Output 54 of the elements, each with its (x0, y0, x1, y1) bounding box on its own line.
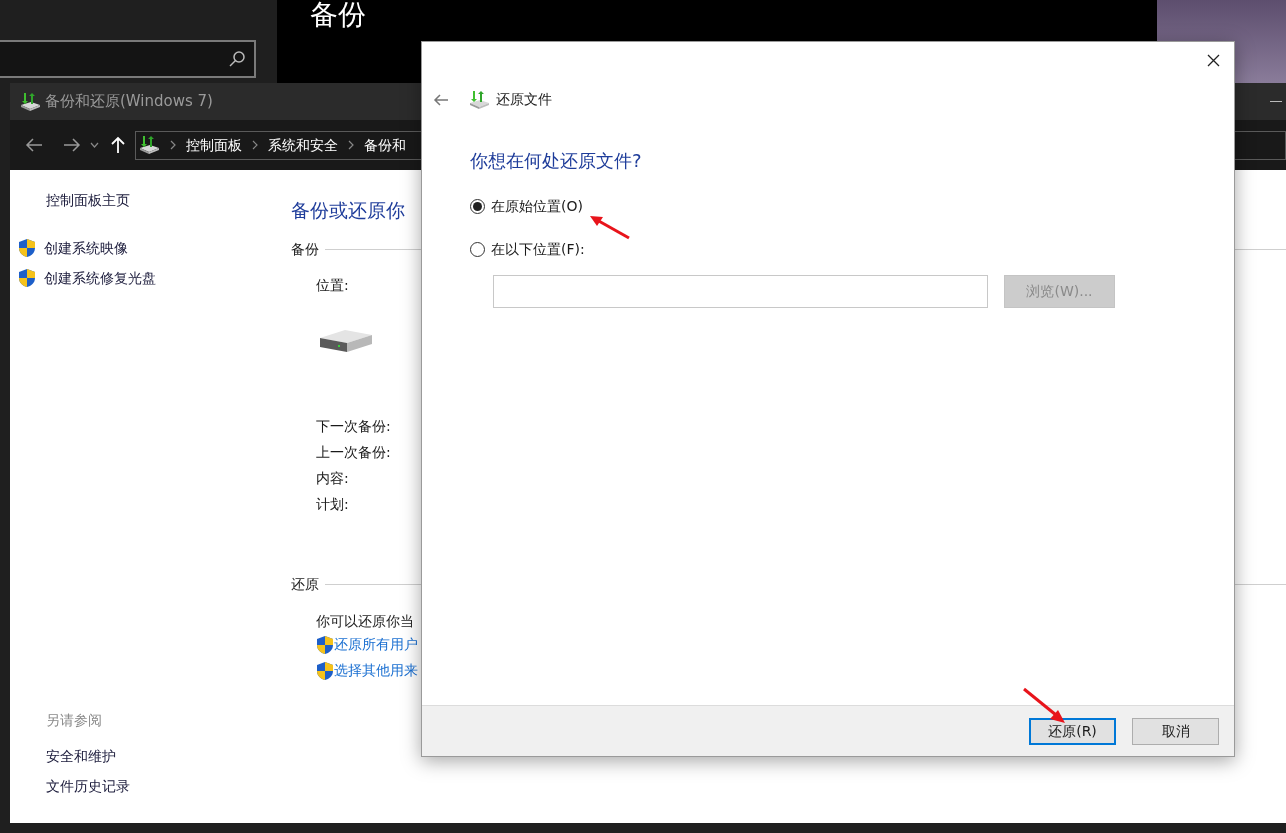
sidebar-link[interactable]: 文件历史记录 (46, 771, 130, 801)
dialog-title: 还原文件 (496, 90, 552, 109)
forward-icon[interactable] (63, 138, 81, 152)
breadcrumb-item[interactable]: 系统和安全 (268, 134, 338, 156)
radio-button[interactable] (470, 199, 485, 214)
backup-icon (19, 91, 41, 112)
page-title: 备份或还原你 (291, 198, 405, 223)
annotation-arrow (589, 214, 631, 240)
breadcrumb-item[interactable]: 备份和 (364, 134, 406, 156)
page-heading: 备份 (310, 0, 366, 33)
see-also-heading: 另请参阅 (46, 711, 102, 730)
radio-option[interactable]: 在原始位置(O) (470, 196, 583, 217)
restore-link[interactable]: 还原所有用户 (334, 634, 418, 655)
sidebar-link[interactable]: 创建系统映像 (44, 237, 128, 259)
backup-icon (138, 135, 160, 155)
shield-icon (316, 634, 334, 655)
chevron-icon (348, 140, 354, 150)
field-label: 上一次备份: (316, 442, 391, 462)
field-label: 计划: (316, 494, 349, 514)
shield-icon (18, 268, 36, 288)
location-input[interactable] (493, 275, 988, 308)
dialog-button[interactable]: 取消 (1132, 717, 1219, 745)
radio-button[interactable] (470, 242, 485, 257)
sidebar-link[interactable]: 创建系统修复光盘 (44, 267, 156, 289)
section-heading: 还原 (291, 574, 319, 594)
shield-icon (18, 238, 36, 258)
back-icon[interactable] (433, 93, 449, 106)
annotation-arrow (1022, 687, 1066, 725)
restore-link[interactable]: 选择其他用来 (334, 660, 418, 681)
restore-description: 你可以还原你当 (316, 611, 414, 631)
dropdown-icon[interactable] (90, 142, 99, 148)
radio-label: 在以下位置(F): (491, 240, 585, 259)
breadcrumb-item[interactable]: 控制面板 (186, 134, 242, 156)
field-label: 位置: (316, 275, 349, 295)
back-icon[interactable] (25, 138, 43, 152)
chevron-icon (170, 140, 176, 150)
search-icon (228, 50, 246, 68)
section-heading: 备份 (291, 239, 319, 259)
radio-option[interactable]: 在以下位置(F): (470, 239, 585, 260)
dialog-question: 你想在何处还原文件? (470, 149, 642, 173)
field-label: 内容: (316, 468, 349, 488)
window-title: 备份和还原(Windows 7) (45, 91, 213, 113)
up-icon[interactable] (111, 136, 125, 154)
shield-icon (316, 660, 334, 681)
chevron-icon (252, 140, 258, 150)
sidebar-link[interactable]: 安全和维护 (46, 741, 116, 771)
backup-icon (468, 89, 490, 110)
close-icon[interactable] (1207, 54, 1220, 67)
sidebar-link[interactable]: 控制面板主页 (46, 190, 130, 211)
dialog-button[interactable]: 还原(R) (1029, 717, 1116, 745)
search-field[interactable] (0, 40, 256, 78)
radio-label: 在原始位置(O) (491, 197, 583, 216)
minimize-icon[interactable] (1270, 100, 1282, 103)
field-label: 下一次备份: (316, 416, 391, 436)
